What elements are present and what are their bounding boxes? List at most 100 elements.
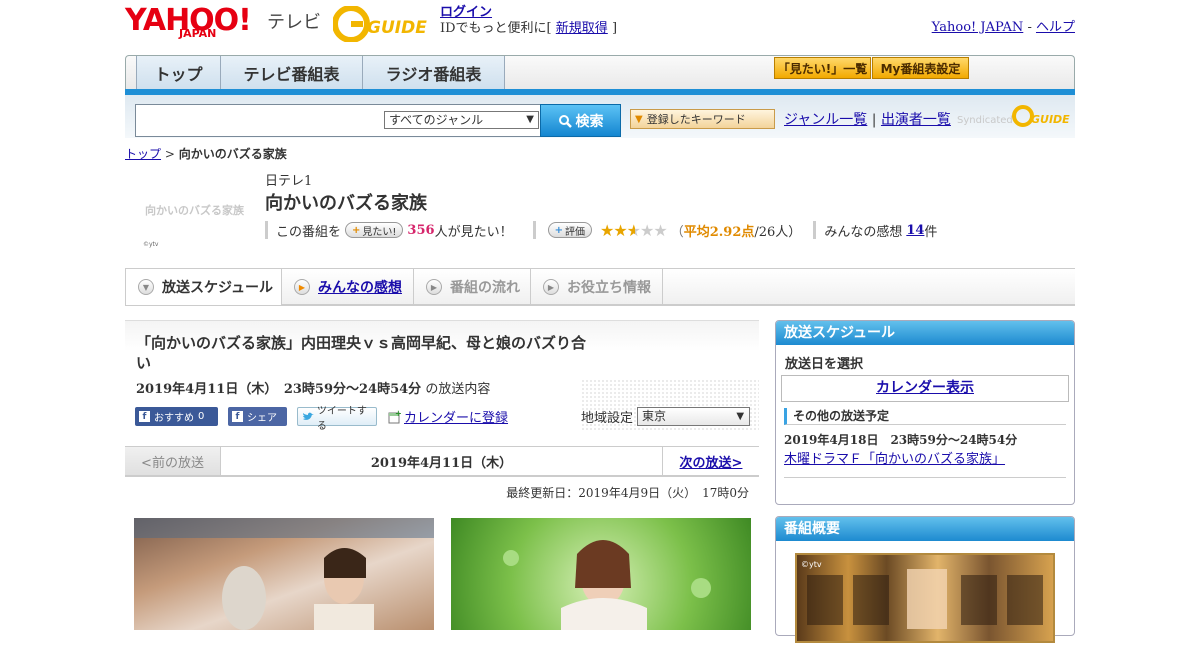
region-select[interactable]: 東京 ▼ (637, 407, 751, 426)
region-label: 地域設定 (581, 411, 634, 426)
login-link[interactable]: ログイン (440, 5, 492, 20)
other-broadcast-link[interactable]: 木曜ドラマＦ「向かいのバズる家族」 (784, 452, 1005, 467)
episode-header: 「向かいのバズる家族」内田理央ｖｓ高岡早紀、母と娘のバズり合い 2019年4月1… (125, 320, 759, 432)
tab-label: みんなの感想 (318, 280, 402, 296)
play-icon: ▶ (294, 279, 310, 295)
mitai-suffix: 人が見たい！ (434, 224, 513, 240)
performer-list-link[interactable]: 出演者一覧 (881, 112, 951, 128)
overview-box-title: 番組概要 (776, 517, 1074, 541)
register-link[interactable]: 新規取得 (556, 21, 608, 36)
genre-list-link[interactable]: ジャンル一覧 (784, 112, 867, 128)
gguide-logo[interactable]: GUIDE (332, 5, 433, 43)
svg-text:向かいのバズる家族: 向かいのバズる家族 (145, 203, 245, 217)
svg-text:©ytv: ©ytv (143, 241, 159, 248)
impressions-label: みんなの感想 (824, 224, 903, 240)
search-icon (558, 114, 572, 128)
mitai-count: 356 (407, 222, 435, 238)
mitai-list-button[interactable]: 「見たい!」一覧 (774, 57, 871, 79)
facebook-recommend-count: 0 (198, 411, 205, 422)
program-channel: 日テレ1 (265, 174, 313, 189)
overview-box: 番組概要 ©ytv (775, 516, 1075, 643)
tab-label: お役立ち情報 (567, 280, 651, 296)
nav-tab-tv-schedule[interactable]: テレビ番組表 (221, 56, 363, 89)
search-links-divider: | (871, 112, 877, 128)
impressions-count-link[interactable]: 14 (906, 223, 924, 238)
program-thumbnail: 向かいのバズる家族 ©ytv (141, 192, 251, 248)
previous-episode: <前の放送 (125, 447, 220, 475)
twitter-bird-icon (302, 412, 314, 420)
svg-text:GUIDE: GUIDE (1031, 113, 1070, 126)
facebook-recommend-button[interactable]: f おすすめ 0 (135, 407, 218, 426)
mitai-prefix: この番組を (276, 224, 342, 240)
sidebar: 放送スケジュール 放送日を選択 カレンダー表示 その他の放送予定 2019年4月… (775, 320, 1075, 643)
calendar-register-link[interactable]: カレンダーに登録 (404, 407, 508, 426)
star-icon: ★ (613, 220, 627, 240)
star-icon: ★ (640, 220, 654, 240)
header-separator: - (1027, 20, 1032, 35)
tab-schedule[interactable]: ▼ 放送スケジュール (125, 269, 282, 305)
play-icon: ▶ (543, 279, 559, 295)
dropdown-arrow-icon: ▼ (526, 114, 534, 125)
syndicated-gguide-logo: Syndicated GUIDE (957, 103, 1075, 133)
triangle-down-icon: ▼ (635, 113, 643, 125)
tv-logo-text[interactable]: テレビ (267, 8, 321, 34)
impressions-suffix: 件 (924, 224, 938, 240)
rating-button[interactable]: + 評価 (547, 222, 592, 238)
nav-tab-radio-schedule[interactable]: ラジオ番組表 (363, 56, 505, 89)
mitai-button[interactable]: + 見たい! (345, 222, 404, 238)
search-button[interactable]: 検索 (540, 104, 621, 137)
calendar-display-button[interactable]: カレンダー表示 (781, 375, 1069, 402)
episode-main: 「向かいのバズる家族」内田理央ｖｓ高岡早紀、母と娘のバズり合い 2019年4月1… (125, 320, 759, 630)
region-setting: 地域設定 東京 ▼ (581, 407, 751, 426)
other-broadcast-item: 木曜ドラマＦ「向かいのバズる家族」 (784, 448, 1066, 478)
meta-divider (265, 221, 268, 239)
star-icon: ★ (599, 220, 614, 240)
plus-icon: + (554, 224, 563, 236)
breadcrumb: トップ > 向かいのバズる家族 (125, 145, 287, 162)
help-link[interactable]: ヘルプ (1036, 20, 1075, 35)
breadcrumb-current: 向かいのバズる家族 (178, 147, 287, 161)
chevron-down-icon: ▼ (138, 279, 154, 295)
next-episode-link[interactable]: 次の放送> (663, 447, 759, 475)
episode-date: 2019年4月11日（木） 23時59分～24時54分 (136, 382, 422, 397)
facebook-share-button[interactable]: f シェア (228, 407, 287, 426)
calendar-display-link[interactable]: カレンダー表示 (876, 380, 974, 396)
registered-keywords-button[interactable]: ▼ 登録したキーワード (630, 109, 775, 129)
tab-impressions[interactable]: ▶ みんなの感想 (282, 269, 414, 305)
search-area: すべてのジャンル ▼ 検索 ▼ 登録したキーワード ジャンル一覧 | 出演者一覧… (125, 95, 1075, 138)
breadcrumb-top-link[interactable]: トップ (125, 147, 161, 161)
meta-divider (813, 221, 817, 239)
last-updated: 最終更新日：2019年4月9日（火） 17時0分 (506, 486, 749, 500)
search-links: ジャンル一覧 | 出演者一覧 (784, 109, 951, 129)
svg-text:Syndicated: Syndicated (957, 115, 1013, 126)
episode-title: 「向かいのバズる家族」内田理央ｖｓ高岡早紀、母と娘のバズり合い (136, 334, 587, 372)
registered-keywords-label: 登録したキーワード (646, 113, 746, 126)
region-select-value: 東京 (642, 409, 667, 423)
facebook-icon: f (232, 411, 243, 422)
tab-useful-info: ▶ お役立ち情報 (531, 269, 663, 305)
tweet-button[interactable]: ツイートする (297, 406, 377, 432)
svg-text:©ytv: ©ytv (801, 560, 822, 569)
rating-count: /26人） (754, 224, 802, 240)
episode-photo (134, 518, 434, 630)
nav-tab-top[interactable]: トップ (136, 56, 221, 89)
other-broadcasts-heading: その他の放送予定 (784, 408, 1066, 425)
search-button-label: 検索 (575, 113, 604, 130)
calendar-register[interactable]: + カレンダーに登録 (388, 407, 508, 426)
svg-text:+: + (395, 410, 402, 418)
yahoo-japan-link[interactable]: Yahoo! JAPAN (932, 20, 1024, 35)
genre-select[interactable]: すべてのジャンル ▼ (384, 111, 539, 129)
my-schedule-button[interactable]: My番組表設定 (872, 57, 969, 79)
schedule-box: 放送スケジュール 放送日を選択 カレンダー表示 その他の放送予定 2019年4月… (775, 320, 1075, 505)
schedule-box-title: 放送スケジュール (776, 321, 1074, 345)
svg-text:GUIDE: GUIDE (367, 18, 427, 38)
episode-date-line: 2019年4月11日（木） 23時59分～24時54分 の放送内容 (136, 378, 490, 397)
program-tabs: ▼ 放送スケジュール ▶ みんなの感想 ▶ 番組の流れ ▶ お役立ち情報 (125, 268, 1075, 306)
select-date-label: 放送日を選択 (785, 357, 864, 372)
program-meta: この番組を + 見たい! 356 人が見たい！ + 評価 ★★★★★ （ 平均2… (265, 220, 937, 240)
calendar-plus-icon: + (388, 410, 402, 423)
facebook-share-label: シェア (247, 413, 277, 424)
program-title: 向かいのバズる家族 (265, 193, 427, 214)
tweet-label: ツイートする (316, 405, 367, 432)
meta-divider (532, 221, 536, 239)
